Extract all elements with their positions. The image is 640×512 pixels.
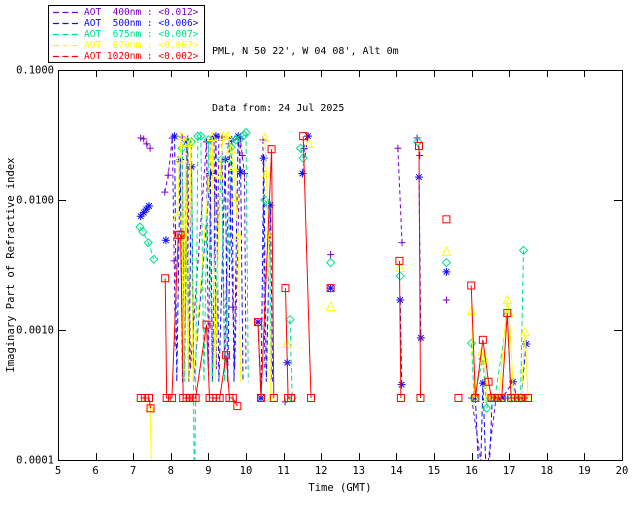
series-aot-675nm	[135, 127, 529, 460]
x-tick-label: 17	[503, 465, 516, 477]
marker-aot-675nm	[135, 222, 145, 232]
marker-aot-500nm	[144, 201, 153, 210]
x-tick-label: 16	[465, 465, 478, 477]
x-tick-label: 12	[315, 465, 328, 477]
marker-aot-400nm	[137, 134, 145, 142]
marker-aot-400nm	[327, 251, 335, 259]
x-axis-title: Time (GMT)	[308, 482, 371, 494]
marker-aot-675nm	[138, 227, 148, 237]
marker-aot-400nm	[416, 151, 424, 159]
marker-aot-500nm	[259, 154, 268, 163]
marker-aot-500nm	[298, 169, 307, 178]
y-tick-label: 0.0100	[16, 195, 54, 207]
x-tick-label: 8	[168, 465, 174, 477]
x-tick-label: 18	[540, 465, 553, 477]
x-tick-label: 13	[352, 465, 365, 477]
marker-aot-500nm	[397, 380, 406, 389]
marker-aot-500nm	[304, 132, 313, 141]
x-tick-label: 19	[578, 465, 591, 477]
series-aot-870nm	[145, 130, 533, 460]
y-axis-title: Imaginary Part of Refractive index	[5, 158, 17, 373]
x-tick-label: 9	[205, 465, 211, 477]
marker-aot-400nm	[394, 144, 402, 152]
x-tick-label: 15	[428, 465, 441, 477]
marker-aot-400nm	[170, 257, 178, 265]
marker-aot-500nm	[161, 236, 170, 245]
marker-aot-675nm	[441, 257, 452, 268]
marker-aot-675nm	[325, 257, 336, 268]
marker-aot-400nm	[143, 140, 151, 148]
marker-aot-675nm	[395, 271, 405, 281]
x-tick-label: 10	[240, 465, 253, 477]
x-tick-label: 6	[92, 465, 98, 477]
marker-aot-400nm	[164, 171, 172, 179]
x-tick-label: 20	[616, 465, 629, 477]
marker-aot-400nm	[146, 144, 154, 152]
marker-aot-500nm	[416, 333, 425, 342]
marker-aot-500nm	[326, 284, 335, 293]
marker-aot-870nm	[441, 246, 452, 256]
marker-aot-1020nm	[454, 393, 463, 402]
x-tick-label: 5	[55, 465, 61, 477]
x-tick-label: 7	[130, 465, 136, 477]
x-tick-label: 14	[390, 465, 403, 477]
y-axis: 0.1000 0.0100 0.0010 0.0001 Imaginary Part o…	[5, 65, 622, 467]
y-tick-label: 0.1000	[16, 65, 54, 77]
marker-aot-500nm	[442, 267, 451, 276]
marker-aot-870nm	[325, 301, 336, 312]
plot-canvas: 5 6 7 8 9 10 11 12 13 14 15 16 17 18 19 20 Time (GMT) 0.1…	[5, 65, 628, 495]
plot-frame	[58, 70, 623, 461]
y-tick-label: 0.0010	[16, 325, 54, 337]
x-tick-label: 11	[277, 465, 290, 477]
y-tick-label: 0.0001	[16, 455, 54, 467]
marker-aot-400nm	[398, 239, 406, 247]
marker-aot-400nm	[140, 135, 148, 143]
marker-aot-400nm	[161, 188, 169, 196]
x-axis: 5 6 7 8 9 10 11 12 13 14 15 16 17 18 19 20 Time (GMT)	[55, 70, 628, 494]
marker-aot-400nm	[442, 296, 450, 304]
chart-page: AOT 400nm : <0.012> AOT 500nm : <0.006> AO…	[0, 0, 640, 512]
marker-aot-1020nm	[442, 215, 451, 224]
